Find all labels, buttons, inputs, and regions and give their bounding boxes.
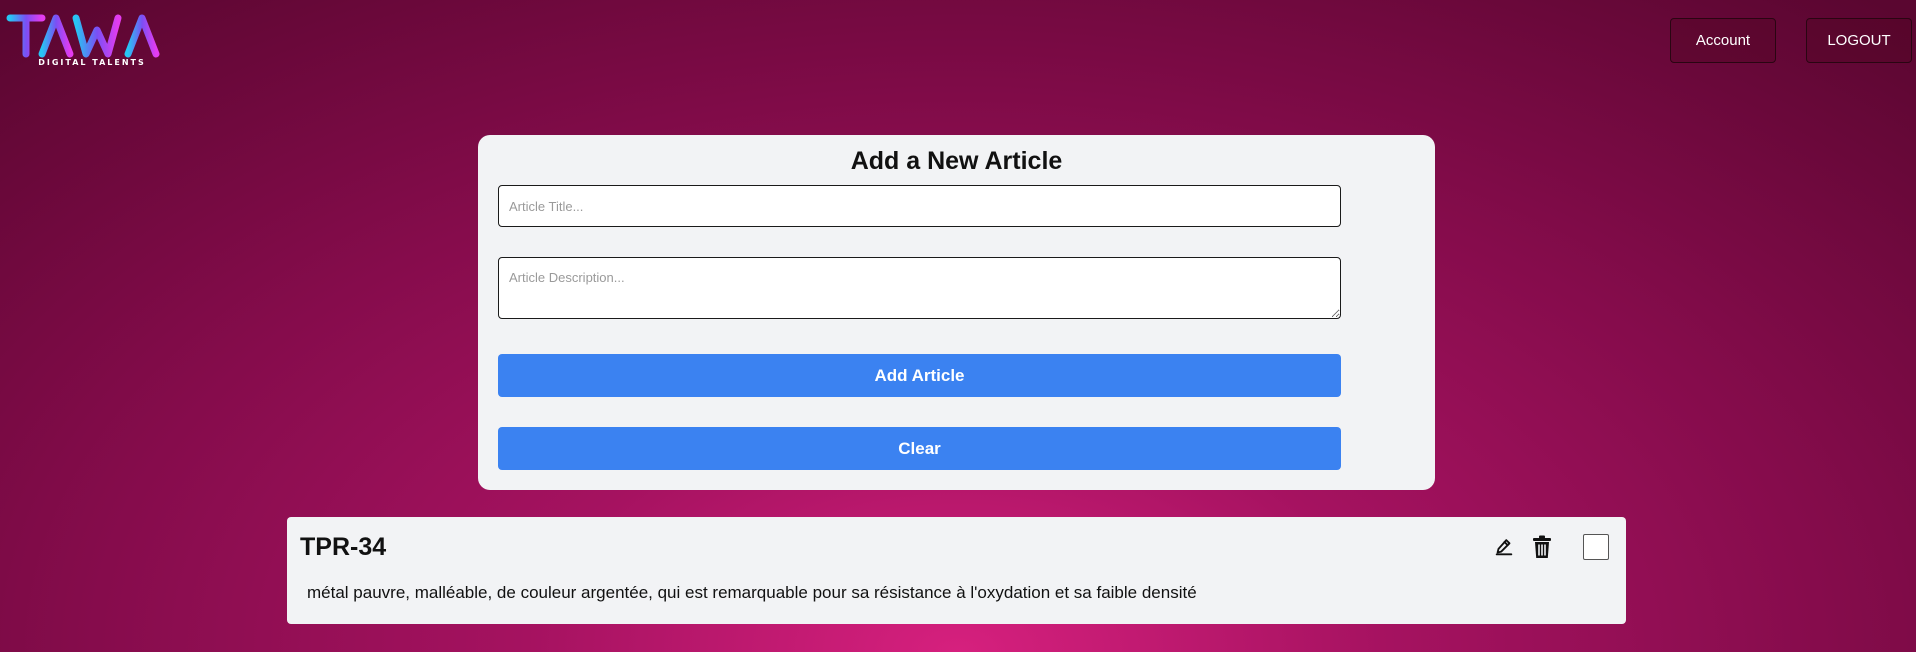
pencil-icon[interactable] xyxy=(1489,532,1519,562)
tawa-logo[interactable]: DIGITAL TALENTS xyxy=(6,10,174,72)
article-title-input[interactable] xyxy=(498,185,1341,227)
add-article-form: Add a New Article Add Article Clear xyxy=(478,135,1435,490)
logout-button[interactable]: LOGOUT xyxy=(1806,18,1912,63)
form-title: Add a New Article xyxy=(850,147,1063,175)
trash-icon[interactable] xyxy=(1527,532,1557,562)
article-select-checkbox[interactable] xyxy=(1583,534,1609,560)
account-button[interactable]: Account xyxy=(1670,18,1776,63)
article-card: TPR-34 métal pauvre, malléable, de coule… xyxy=(287,517,1626,624)
logo-subtitle: DIGITAL TALENTS xyxy=(38,58,146,67)
add-article-button[interactable]: Add Article xyxy=(498,354,1341,397)
article-description: métal pauvre, malléable, de couleur arge… xyxy=(307,583,1197,602)
article-title: TPR-34 xyxy=(300,533,387,561)
clear-button[interactable]: Clear xyxy=(498,427,1341,470)
article-description-input[interactable] xyxy=(498,257,1341,319)
logo-mark-icon xyxy=(6,14,160,58)
